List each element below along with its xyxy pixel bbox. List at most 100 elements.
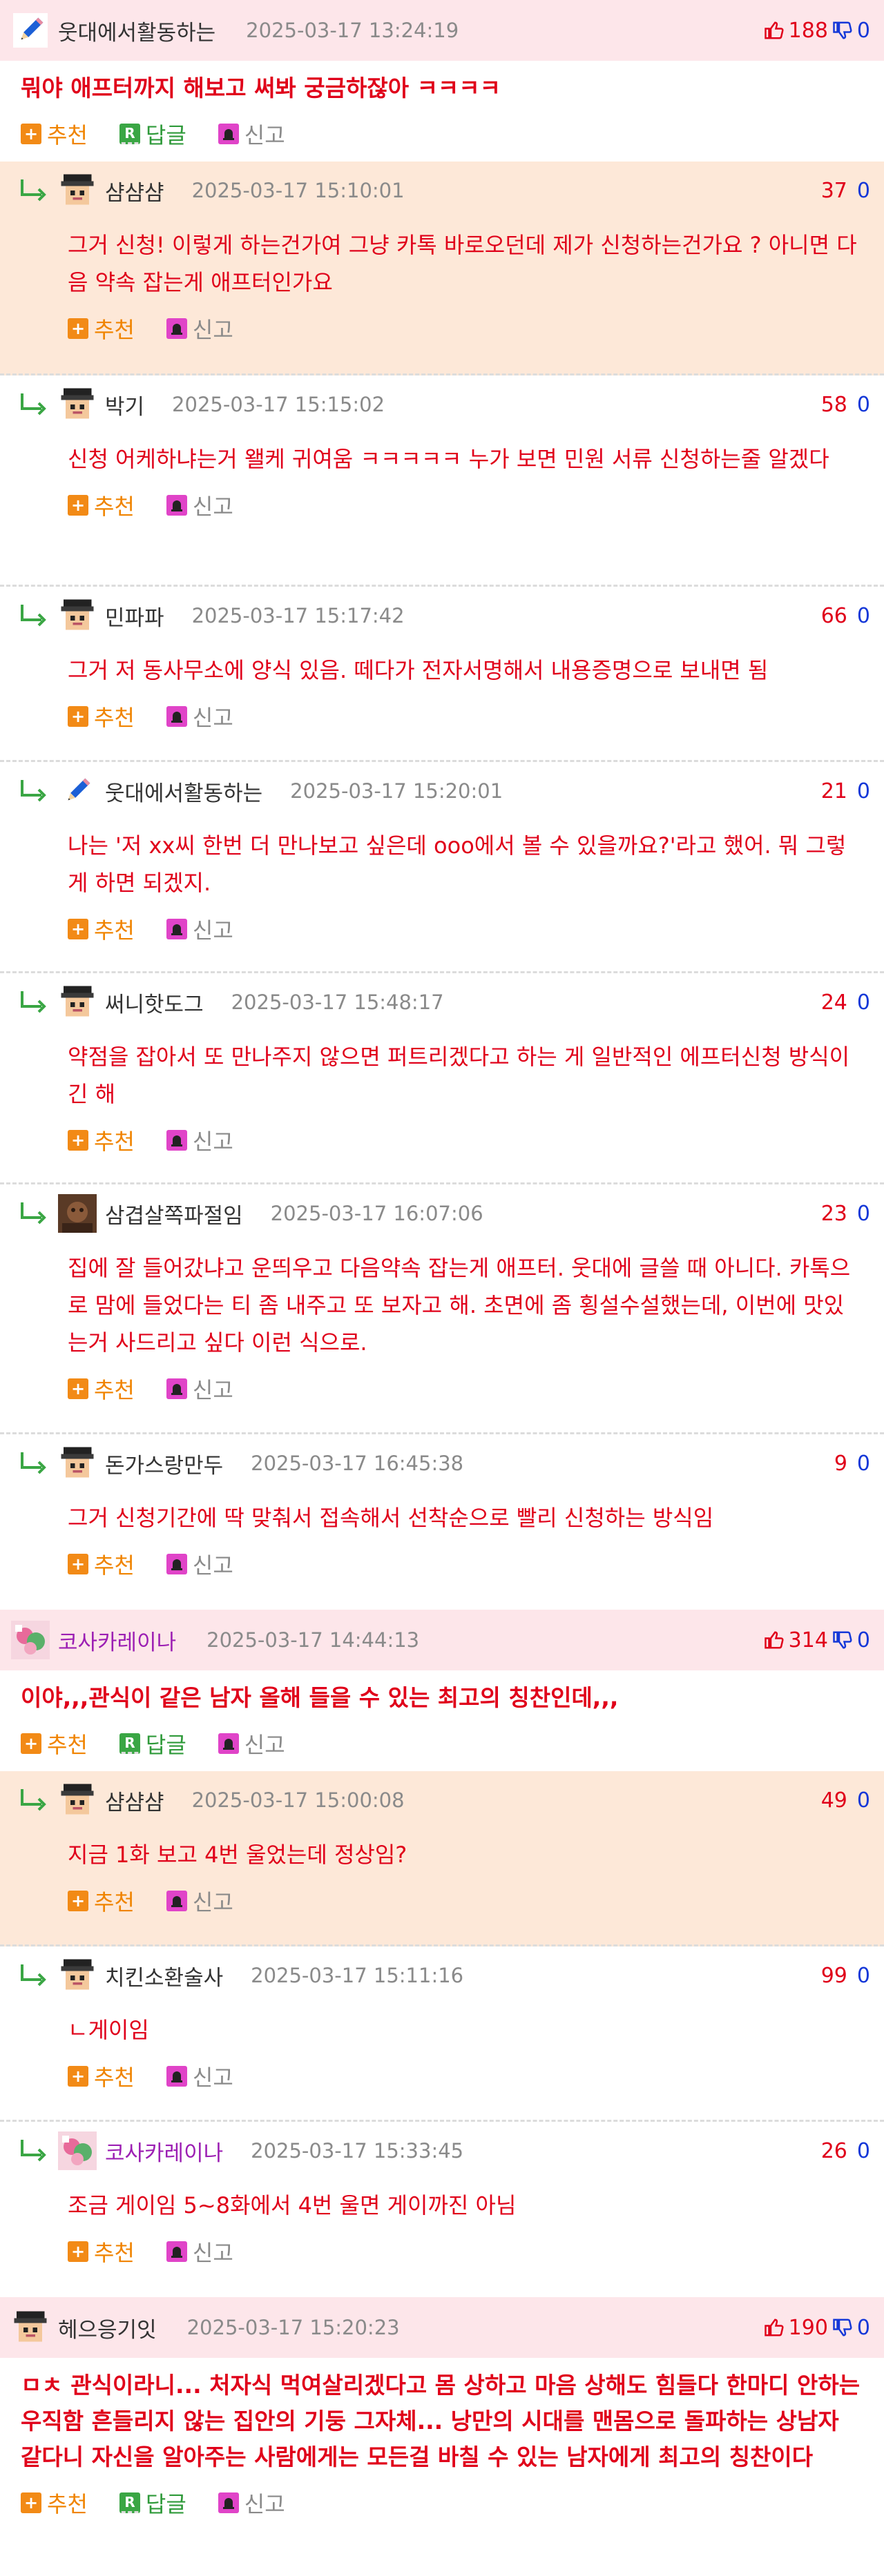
thumbs-up-icon[interactable] bbox=[764, 20, 785, 41]
downvote-count[interactable]: 0 bbox=[857, 1788, 870, 1813]
recommend-button[interactable]: + 추천 bbox=[68, 1373, 135, 1405]
pixel-face-icon bbox=[58, 1956, 97, 1995]
downvote-count[interactable]: 0 bbox=[857, 604, 870, 628]
thumbs-up-icon[interactable] bbox=[764, 2317, 785, 2338]
report-button[interactable]: 신고 bbox=[166, 2236, 233, 2267]
author-name[interactable]: 코사카레이나 bbox=[105, 2136, 223, 2167]
recommend-button[interactable]: + 추천 bbox=[68, 2236, 135, 2267]
pixel-face-icon bbox=[58, 171, 97, 210]
author-name[interactable]: 써니핫도그 bbox=[105, 987, 204, 1018]
reply-button[interactable]: R 답글 bbox=[119, 1728, 186, 1759]
recommend-button[interactable]: + 추천 bbox=[68, 1885, 135, 1917]
report-button[interactable]: 신고 bbox=[166, 1373, 233, 1405]
reply-button[interactable]: R 답글 bbox=[119, 118, 186, 150]
author-name[interactable]: 샴샴샴 bbox=[105, 175, 164, 206]
author-name[interactable]: 민파파 bbox=[105, 601, 164, 632]
author-name[interactable]: 삼겹살쪽파절임 bbox=[105, 1198, 243, 1229]
report-button[interactable]: 신고 bbox=[166, 913, 233, 945]
recommend-button[interactable]: + 추천 bbox=[68, 913, 135, 945]
report-icon bbox=[218, 2492, 239, 2513]
reply-arrow-icon bbox=[21, 2140, 46, 2162]
reply-date: 2025-03-17 15:11:16 bbox=[251, 1964, 464, 1987]
downvote-count[interactable]: 0 bbox=[857, 779, 870, 803]
reply-button[interactable]: R 답글 bbox=[119, 2487, 186, 2519]
reply-item: 민파파 2025-03-17 15:17:42 66 0 그거 저 동사무소에 양… bbox=[0, 587, 884, 762]
upvote-count[interactable]: 26 bbox=[821, 2139, 847, 2163]
author-name[interactable]: 웃대에서활동하는 bbox=[58, 15, 215, 46]
recommend-button[interactable]: + 추천 bbox=[68, 701, 135, 732]
recommend-button[interactable]: + 추천 bbox=[68, 489, 135, 521]
reply-header: 코사카레이나 2025-03-17 15:33:45 26 0 bbox=[0, 2122, 884, 2180]
upvote-count[interactable]: 24 bbox=[821, 991, 847, 1015]
upvote-count[interactable]: 49 bbox=[821, 1788, 847, 1813]
author-name[interactable]: 샴샴샴 bbox=[105, 1785, 164, 1816]
reply-arrow-icon bbox=[21, 605, 46, 627]
recommend-button[interactable]: + 추천 bbox=[68, 2060, 135, 2092]
author-name[interactable]: 코사카레이나 bbox=[58, 1625, 176, 1656]
comment-thread: 헤으응기잇 2025-03-17 15:20:23 190 0 ㅁㅊ 관식이라니… bbox=[0, 2297, 884, 2530]
upvote-count: 190 bbox=[788, 2315, 828, 2340]
vote-counts: 21 0 bbox=[821, 762, 870, 820]
report-button[interactable]: 신고 bbox=[166, 2060, 233, 2092]
recommend-button[interactable]: + 추천 bbox=[68, 1548, 135, 1580]
reply-header: 민파파 2025-03-17 15:17:42 66 0 bbox=[0, 587, 884, 645]
downvote-count[interactable]: 0 bbox=[857, 393, 870, 417]
report-button[interactable]: 신고 bbox=[166, 1548, 233, 1580]
upvote-count[interactable]: 21 bbox=[821, 779, 847, 803]
reply-header: 써니핫도그 2025-03-17 15:48:17 24 0 bbox=[0, 973, 884, 1031]
vote-counts: 58 0 bbox=[821, 375, 870, 433]
report-button[interactable]: 신고 bbox=[166, 701, 233, 732]
reply-header: 삼겹살쪽파절임 2025-03-17 16:07:06 23 0 bbox=[0, 1184, 884, 1242]
report-button[interactable]: 신고 bbox=[218, 1728, 285, 1759]
reply-text: 신청 어케하냐는거 왤케 귀여움 ㅋㅋㅋㅋㅋ 누가 보면 민원 서류 신청하는줄… bbox=[68, 446, 829, 472]
author-name[interactable]: 웃대에서활동하는 bbox=[105, 776, 262, 807]
report-button[interactable]: 신고 bbox=[166, 1885, 233, 1917]
reply-actions: + 추천 신고 bbox=[0, 2224, 884, 2279]
report-button[interactable]: 신고 bbox=[218, 118, 285, 150]
upvote-count[interactable]: 66 bbox=[821, 604, 847, 628]
vote-counts: 99 0 bbox=[821, 1946, 870, 2004]
recommend-button[interactable]: + 추천 bbox=[21, 2487, 88, 2519]
thumbs-down-icon[interactable] bbox=[832, 1630, 853, 1650]
plus-icon: + bbox=[68, 1378, 88, 1399]
thumbs-up-icon[interactable] bbox=[764, 1630, 785, 1650]
report-button[interactable]: 신고 bbox=[166, 489, 233, 521]
reply-arrow-icon bbox=[21, 179, 46, 202]
pixel-face-icon bbox=[58, 385, 97, 424]
downvote-count[interactable]: 0 bbox=[857, 2139, 870, 2163]
downvote-count[interactable]: 0 bbox=[857, 179, 870, 203]
comment-date: 2025-03-17 13:24:19 bbox=[246, 19, 459, 42]
upvote-count[interactable]: 58 bbox=[821, 393, 847, 417]
reply-item: 치킨소환술사 2025-03-17 15:11:16 99 0 ㄴ게이임 + 추천 … bbox=[0, 1946, 884, 2122]
comment-thread: 코사카레이나 2025-03-17 14:44:13 314 0 이야,,,관식… bbox=[0, 1610, 884, 1771]
upvote-count[interactable]: 99 bbox=[821, 1964, 847, 1988]
downvote-count[interactable]: 0 bbox=[857, 991, 870, 1015]
recommend-button[interactable]: + 추천 bbox=[21, 118, 88, 150]
author-name[interactable]: 치킨소환술사 bbox=[105, 1960, 223, 1991]
plus-icon: + bbox=[68, 1554, 88, 1574]
thumbs-down-icon[interactable] bbox=[832, 20, 853, 41]
upvote-count[interactable]: 37 bbox=[821, 179, 847, 203]
report-button[interactable]: 신고 bbox=[166, 1124, 233, 1156]
author-name[interactable]: 헤으응기잇 bbox=[58, 2312, 157, 2343]
recommend-button[interactable]: + 추천 bbox=[21, 1728, 88, 1759]
downvote-count[interactable]: 0 bbox=[857, 1452, 870, 1476]
reply-date: 2025-03-17 15:17:42 bbox=[191, 604, 405, 627]
upvote-count[interactable]: 23 bbox=[821, 1202, 847, 1226]
report-button[interactable]: 신고 bbox=[218, 2487, 285, 2519]
comment-actions: + 추천 R 답글 신고 bbox=[0, 2475, 884, 2530]
downvote-count[interactable]: 0 bbox=[857, 1202, 870, 1226]
reply-icon: R bbox=[119, 1733, 140, 1754]
downvote-count[interactable]: 0 bbox=[857, 1964, 870, 1988]
reply-text: 약점을 잡아서 또 만나주지 않으면 퍼트리겠다고 하는 게 일반적인 에프터신… bbox=[68, 1044, 850, 1107]
recommend-button[interactable]: + 추천 bbox=[68, 313, 135, 344]
upvote-count[interactable]: 9 bbox=[834, 1452, 847, 1476]
vote-counts: 24 0 bbox=[821, 973, 870, 1031]
recommend-button[interactable]: + 추천 bbox=[68, 1124, 135, 1156]
author-name[interactable]: 돈가스랑만두 bbox=[105, 1448, 223, 1479]
author-name[interactable]: 박기 bbox=[105, 389, 144, 420]
thumbs-down-icon[interactable] bbox=[832, 2317, 853, 2338]
reply-text: ㄴ게이임 bbox=[68, 2017, 149, 2043]
report-button[interactable]: 신고 bbox=[166, 313, 233, 344]
photo-avatar-icon bbox=[58, 1194, 97, 1233]
